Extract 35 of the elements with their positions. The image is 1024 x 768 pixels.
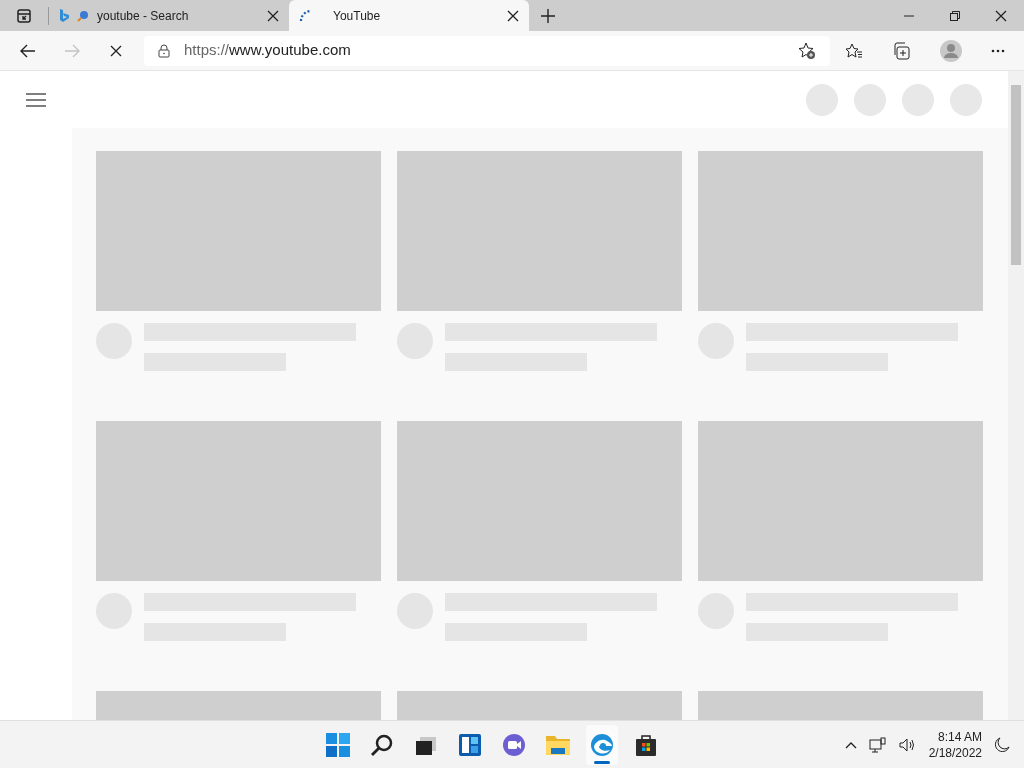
network-icon[interactable]: [868, 736, 887, 753]
url-text: https://www.youtube.com: [184, 40, 352, 61]
widgets-icon: [458, 732, 483, 757]
lock-icon: [158, 43, 170, 58]
profile-avatar-icon[interactable]: [939, 39, 962, 62]
restore-icon[interactable]: [950, 10, 960, 21]
close-icon[interactable]: [267, 9, 279, 22]
new-tab-icon[interactable]: [541, 8, 555, 23]
scrollbar[interactable]: [1008, 71, 1024, 720]
address-bar[interactable]: https://www.youtube.com: [144, 35, 830, 66]
tab-title: youtube - Search: [97, 7, 190, 25]
store-bag-icon: [634, 732, 659, 757]
volume-icon[interactable]: [898, 736, 917, 753]
browser-tab[interactable]: YouTube: [289, 0, 529, 31]
bing-logo-icon: [59, 8, 69, 23]
back-arrow-icon[interactable]: [20, 43, 36, 58]
windows-logo-icon: [326, 732, 351, 757]
more-icon[interactable]: [991, 48, 1006, 53]
tab-actions-icon[interactable]: [17, 8, 31, 23]
minimize-icon[interactable]: [904, 14, 914, 17]
menu-icon[interactable]: [26, 92, 46, 107]
favorites-icon[interactable]: [844, 42, 863, 59]
stop-icon[interactable]: [110, 44, 122, 57]
browser-icon: [590, 732, 615, 757]
moon-icon[interactable]: [994, 736, 1010, 753]
clock-date: 2/18/2022: [928, 744, 982, 761]
close-icon[interactable]: [507, 9, 519, 22]
close-icon[interactable]: [995, 9, 1007, 22]
add-favorite-icon[interactable]: [798, 41, 816, 60]
chevron-up-icon[interactable]: [844, 740, 857, 749]
tab-title: YouTube: [333, 7, 382, 25]
chat-icon: [502, 732, 527, 757]
search-icon: [370, 732, 395, 757]
clock-time: 8:14 AM: [938, 728, 982, 745]
collections-icon[interactable]: [892, 41, 911, 60]
